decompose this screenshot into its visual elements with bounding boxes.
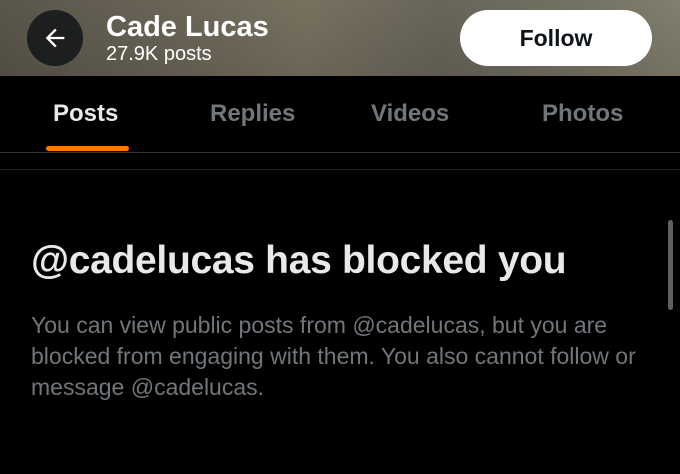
profile-header: Cade Lucas 27.9K posts Follow	[0, 0, 680, 76]
arrow-left-icon	[45, 28, 65, 48]
back-button[interactable]	[27, 10, 83, 66]
active-tab-indicator	[46, 146, 129, 151]
content-divider	[0, 169, 680, 170]
tab-posts[interactable]: Posts	[53, 100, 118, 128]
profile-tabs: Posts Replies Videos Photos	[0, 76, 680, 152]
tab-photos[interactable]: Photos	[542, 100, 623, 128]
follow-button[interactable]: Follow	[460, 10, 652, 66]
profile-name: Cade Lucas	[106, 11, 269, 43]
blocked-message: You can view public posts from @cadeluca…	[31, 312, 636, 400]
post-count: 27.9K posts	[106, 43, 212, 65]
tab-replies[interactable]: Replies	[210, 100, 295, 128]
tab-videos[interactable]: Videos	[371, 100, 449, 128]
tabs-divider	[0, 152, 680, 153]
scrollbar[interactable]	[668, 220, 673, 310]
blocked-title: @cadelucas has blocked you	[31, 239, 567, 282]
